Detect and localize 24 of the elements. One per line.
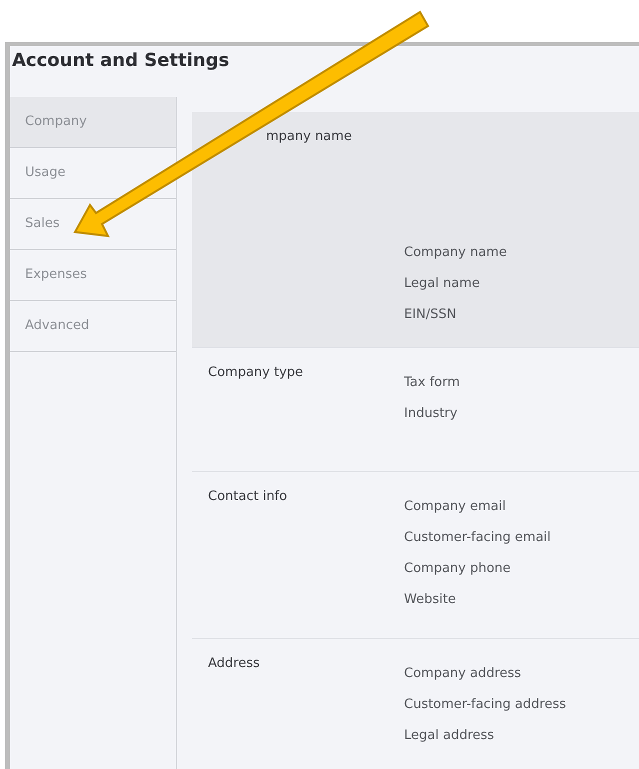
field-label: Tax form bbox=[404, 375, 460, 392]
sidebar-item[interactable]: Expenses bbox=[10, 250, 176, 301]
settings-section[interactable]: Contact info Company email Customer-facing email Company phone Website bbox=[192, 472, 639, 639]
sidebar-item[interactable]: Company bbox=[10, 97, 176, 148]
section-title: Address bbox=[208, 656, 261, 673]
section-title: mpany name bbox=[265, 129, 353, 146]
field-label: Website bbox=[404, 592, 457, 609]
field-label: Customer-facing email bbox=[404, 530, 551, 547]
sidebar-item[interactable]: Advanced bbox=[10, 301, 176, 352]
field-label: Legal address bbox=[404, 728, 496, 745]
settings-section[interactable]: Address Company address Customer-facing address Legal address bbox=[192, 639, 639, 759]
settings-section[interactable]: mpany name Company name Legal name EIN/SSN bbox=[192, 112, 639, 348]
field-label: Company phone bbox=[404, 561, 512, 578]
field-label: Company name bbox=[404, 245, 507, 262]
field-label: Customer-facing address bbox=[404, 697, 566, 714]
window-title: Account and Settings bbox=[11, 49, 230, 73]
field-label: Legal name bbox=[404, 276, 481, 293]
section-title: Company type bbox=[208, 365, 304, 382]
field-label: EIN/SSN bbox=[404, 307, 458, 324]
field-label: Company email bbox=[404, 499, 507, 516]
section-title: Contact info bbox=[208, 489, 288, 506]
field-label: Industry bbox=[404, 406, 458, 423]
settings-section[interactable]: Company type Tax form Industry bbox=[192, 348, 639, 472]
field-label: Company address bbox=[404, 666, 522, 683]
